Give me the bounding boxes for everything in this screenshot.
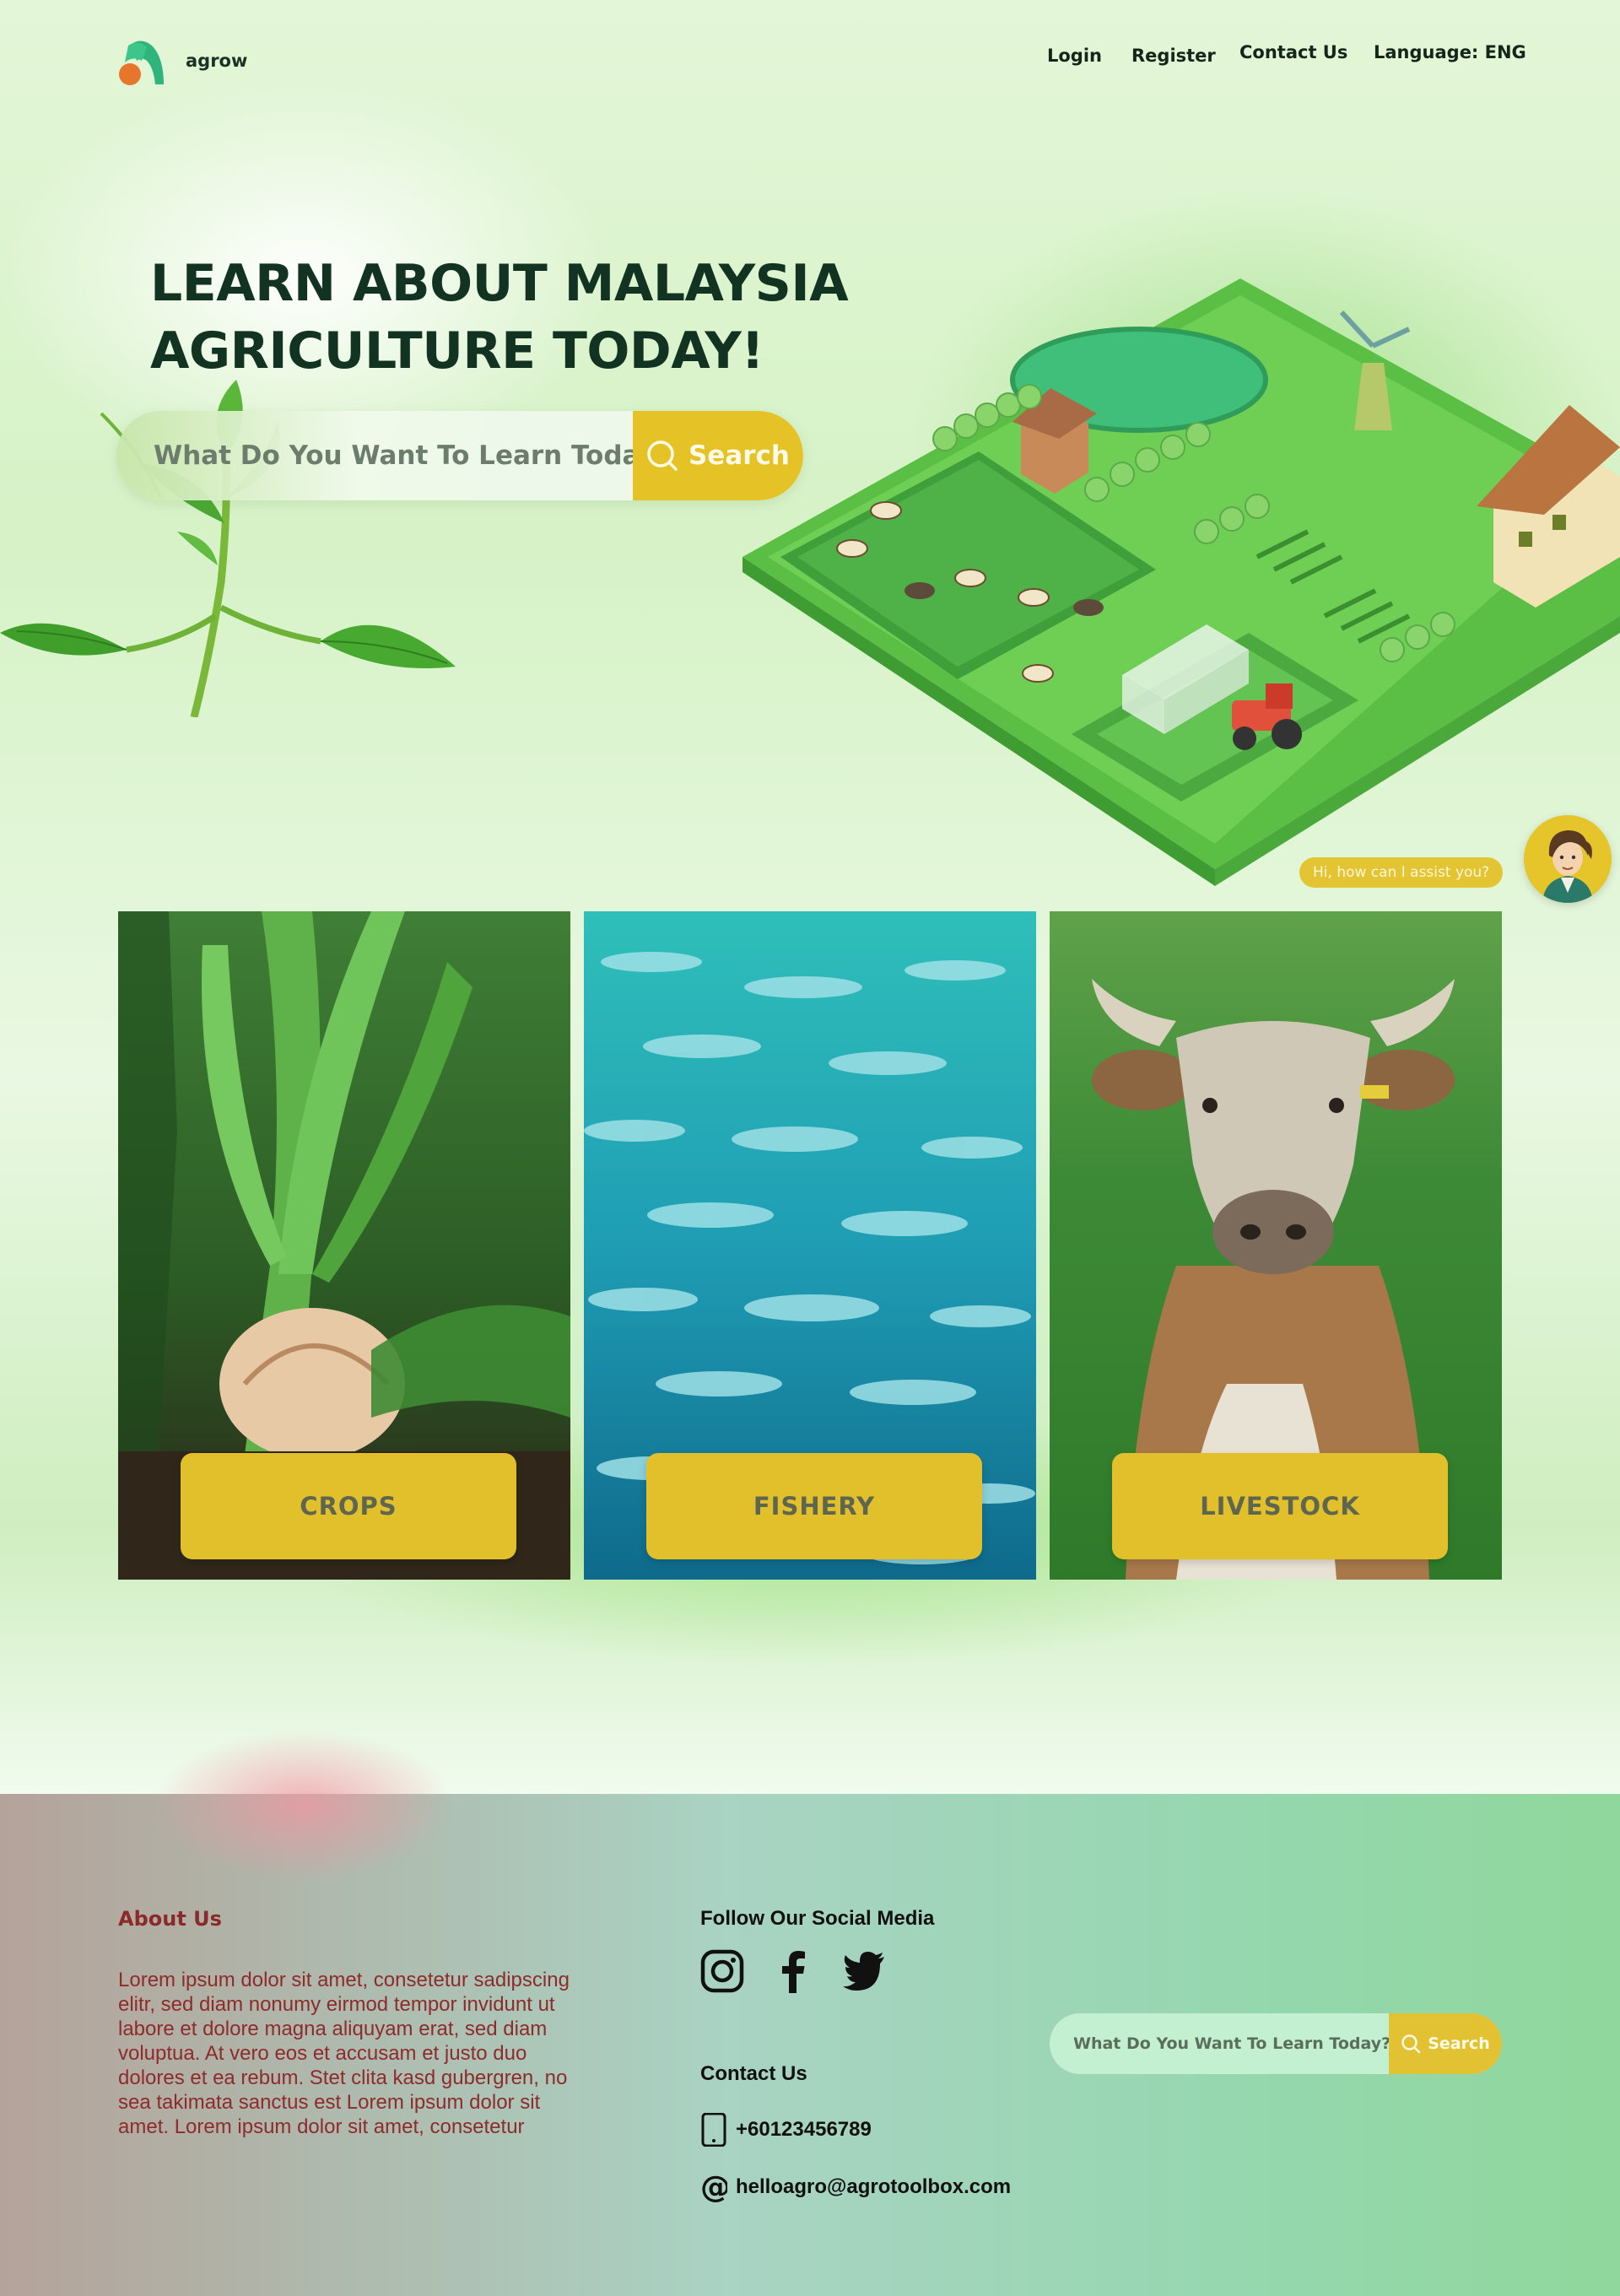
footer-social-title: Follow Our Social Media xyxy=(700,1907,935,1930)
nav-register-link[interactable]: Register xyxy=(1131,46,1216,66)
category-card-crops[interactable]: CROPS xyxy=(118,911,570,1580)
footer-search-bar: Search xyxy=(1050,2013,1502,2074)
isometric-farm-illustration xyxy=(742,278,1620,886)
contact-phone[interactable]: +60123456789 xyxy=(700,2113,872,2147)
footer-search-input[interactable] xyxy=(1050,2013,1389,2074)
instagram-icon[interactable] xyxy=(700,1949,744,1993)
category-button-crops[interactable]: CROPS xyxy=(181,1453,516,1559)
phone-icon xyxy=(701,2113,726,2147)
footer-about-title: About Us xyxy=(118,1907,222,1931)
svg-text:@: @ xyxy=(700,2170,727,2204)
chatbot-greeting-bubble[interactable]: Hi, how can I assist you? xyxy=(1299,857,1504,888)
contact-email[interactable]: @ helloagro@agrotoolbox.com xyxy=(700,2170,1011,2204)
search-icon xyxy=(647,440,678,471)
nav-contact-link[interactable]: Contact Us xyxy=(1239,42,1347,62)
brand-name[interactable]: agrow xyxy=(186,51,247,71)
footer-search-button-label: Search xyxy=(1428,2034,1490,2053)
decorative-blob xyxy=(152,1730,456,1882)
footer-about-text: Lorem ipsum dolor sit amet, consetetur s… xyxy=(118,1969,570,2138)
hero-search-bar: Search xyxy=(116,411,803,500)
footer-search-button[interactable]: Search xyxy=(1389,2013,1502,2074)
category-button-livestock[interactable]: LIVESTOCK xyxy=(1112,1453,1448,1559)
category-button-fishery[interactable]: FISHERY xyxy=(646,1453,982,1559)
nav-language-selector[interactable]: Language: ENG xyxy=(1374,42,1526,62)
category-card-livestock[interactable]: LIVESTOCK xyxy=(1050,911,1502,1580)
agrow-logo-icon[interactable] xyxy=(116,39,167,86)
assistant-avatar-icon xyxy=(1542,830,1593,903)
search-icon xyxy=(1401,2034,1421,2054)
twitter-icon[interactable] xyxy=(842,1949,886,1993)
chatbot-avatar[interactable] xyxy=(1524,815,1612,903)
category-card-fishery[interactable]: FISHERY xyxy=(584,911,1036,1580)
email-at-icon: @ xyxy=(700,2170,727,2204)
facebook-icon[interactable] xyxy=(771,1949,815,1993)
contact-phone-number: +60123456789 xyxy=(736,2118,872,2141)
contact-email-address: helloagro@agrotoolbox.com xyxy=(736,2175,1012,2198)
hero-search-input[interactable] xyxy=(116,411,633,500)
nav-login-link[interactable]: Login xyxy=(1047,46,1102,66)
footer-contact-title: Contact Us xyxy=(700,2062,807,2085)
